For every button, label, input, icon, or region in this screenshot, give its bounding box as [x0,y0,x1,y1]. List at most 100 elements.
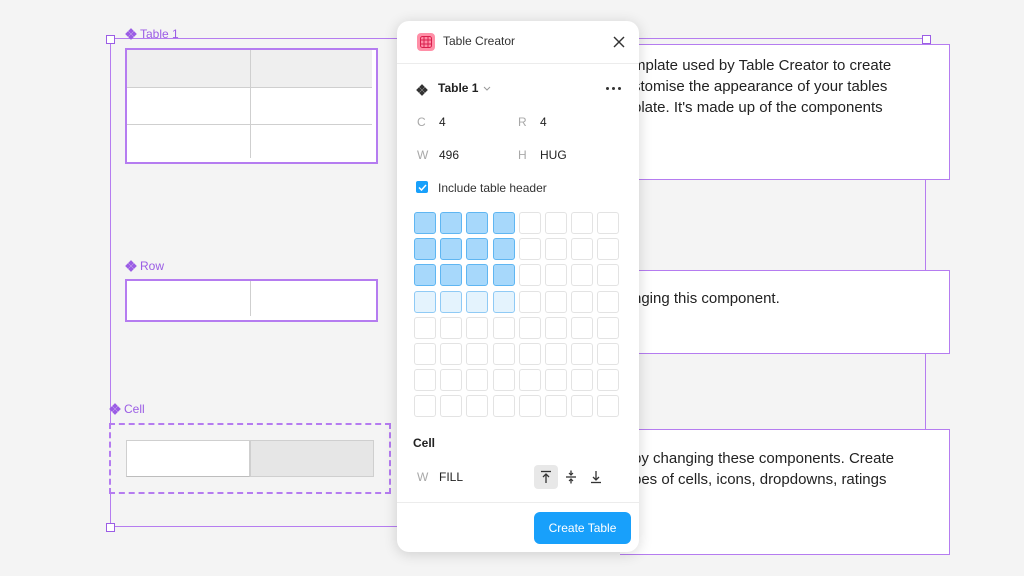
resize-handle-top-right[interactable] [922,35,931,44]
grid-cell[interactable] [545,212,567,234]
grid-cell[interactable] [597,238,620,261]
height-field[interactable]: H HUG [518,148,567,162]
close-icon[interactable] [609,32,629,52]
grid-cell[interactable] [440,395,463,418]
grid-cell[interactable] [571,290,594,313]
table-frame-label-text: Table 1 [140,27,179,41]
grid-cell[interactable] [466,264,489,287]
grid-cell[interactable] [414,212,436,234]
grid-cell[interactable] [545,343,567,365]
grid-cell[interactable] [571,395,594,418]
table-size-grid[interactable] [414,212,624,422]
align-bottom-icon [591,471,601,484]
resize-handle-top-left[interactable] [106,35,115,44]
header-divider [397,63,639,64]
resize-handle-bottom-left[interactable] [106,523,115,532]
grid-cell[interactable] [440,369,463,392]
cell-frame-label[interactable]: Cell [109,402,145,416]
grid-cell[interactable] [518,290,541,313]
grid-cell[interactable] [571,212,594,234]
component-icon [109,403,121,415]
grid-cell[interactable] [518,369,541,392]
grid-cell[interactable] [545,369,567,392]
grid-cell[interactable] [492,369,515,392]
description-text-3: by changing these components. Create pes… [620,429,950,555]
grid-cell[interactable] [571,264,594,287]
table-select-value: Table 1 [438,81,479,95]
grid-cell[interactable] [545,264,567,287]
grid-cell[interactable] [466,238,489,261]
grid-cell[interactable] [466,212,489,234]
include-header-checkbox[interactable] [416,181,428,193]
grid-cell[interactable] [440,343,463,365]
grid-cell[interactable] [466,290,489,313]
table-component[interactable] [125,48,378,164]
cell-component-set[interactable] [109,423,391,494]
grid-cell[interactable] [492,290,515,313]
grid-cell[interactable] [440,212,463,234]
grid-cell[interactable] [545,290,567,313]
grid-cell[interactable] [571,343,594,365]
grid-cell[interactable] [518,316,541,339]
cell-variant-header[interactable] [250,440,374,477]
grid-cell[interactable] [414,369,436,392]
align-middle-button[interactable] [559,465,583,489]
row-frame-label[interactable]: Row [125,259,164,273]
grid-cell[interactable] [597,212,620,234]
align-bottom-button[interactable] [584,465,608,489]
grid-cell[interactable] [492,238,515,261]
grid-cell[interactable] [440,238,463,261]
grid-cell[interactable] [440,264,463,287]
grid-cell[interactable] [571,238,594,261]
grid-cell[interactable] [414,395,436,418]
table-select-dropdown[interactable]: Table 1 [438,81,491,95]
table-cell [251,88,372,125]
grid-cell[interactable] [597,290,620,313]
more-options-icon[interactable] [606,83,626,93]
width-field[interactable]: W 496 [417,148,459,162]
grid-cell[interactable] [597,316,620,339]
grid-cell[interactable] [518,264,541,287]
grid-cell[interactable] [571,316,594,339]
grid-cell[interactable] [545,238,567,261]
grid-cell[interactable] [597,264,620,287]
cell-width-field[interactable]: W FILL [417,470,463,484]
align-top-button[interactable] [534,465,558,489]
table-creator-logo-icon [417,33,435,51]
grid-cell[interactable] [466,395,489,418]
grid-cell[interactable] [492,316,515,339]
grid-cell[interactable] [545,395,567,418]
grid-cell[interactable] [466,316,489,339]
footer-divider [397,502,639,503]
grid-cell[interactable] [518,212,541,234]
height-value: HUG [540,148,567,162]
grid-cell[interactable] [518,238,541,261]
grid-cell[interactable] [440,290,463,313]
table-frame-label[interactable]: Table 1 [125,27,179,41]
grid-cell[interactable] [492,395,515,418]
columns-field[interactable]: C4 [417,115,446,129]
grid-cell[interactable] [492,264,515,287]
grid-cell[interactable] [414,238,436,261]
create-table-button[interactable]: Create Table [534,512,631,544]
grid-cell[interactable] [492,212,515,234]
grid-cell[interactable] [466,369,489,392]
grid-cell[interactable] [518,343,541,365]
grid-cell[interactable] [597,369,620,392]
rows-field[interactable]: R4 [518,115,547,129]
grid-cell[interactable] [414,343,436,365]
cell-variant-default[interactable] [126,440,250,477]
grid-cell[interactable] [545,316,567,339]
row-cell [127,281,251,316]
row-component[interactable] [125,279,378,322]
grid-cell[interactable] [518,395,541,418]
grid-cell[interactable] [466,343,489,365]
grid-cell[interactable] [597,395,620,418]
grid-cell[interactable] [414,316,436,339]
grid-cell[interactable] [414,290,436,313]
grid-cell[interactable] [414,264,436,287]
grid-cell[interactable] [571,369,594,392]
grid-cell[interactable] [597,343,620,365]
grid-cell[interactable] [440,316,463,339]
grid-cell[interactable] [492,343,515,365]
